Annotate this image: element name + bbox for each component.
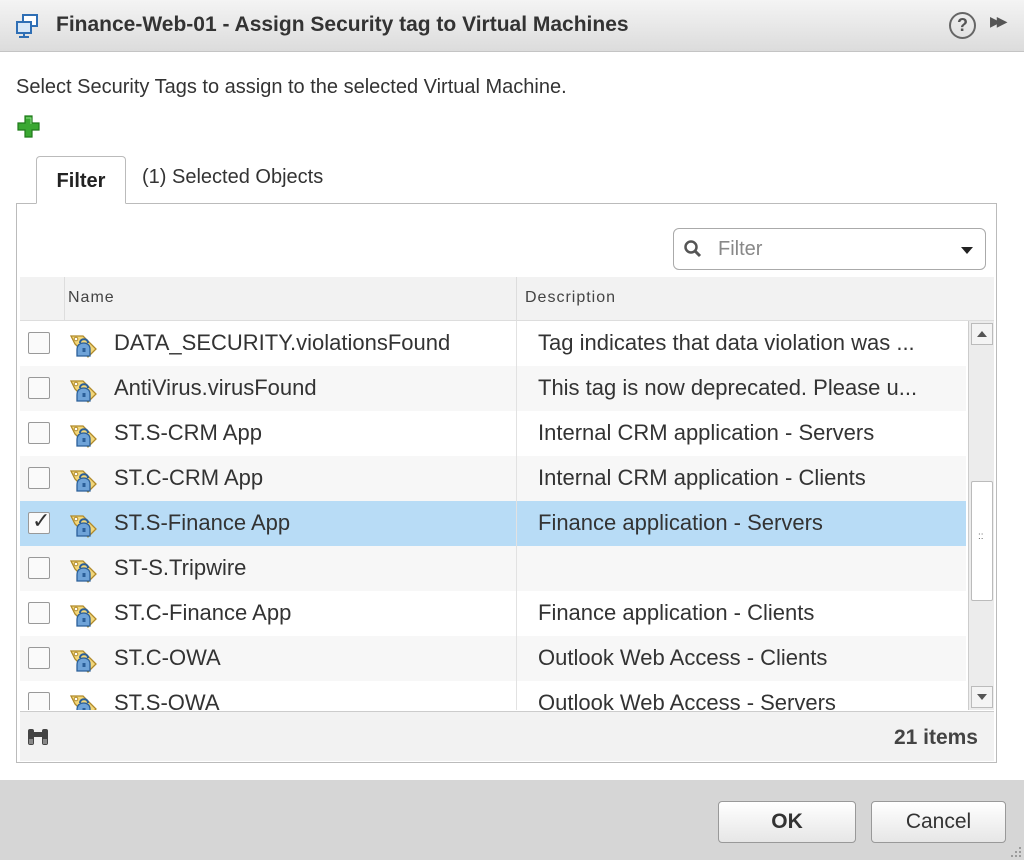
help-button[interactable]: ?: [949, 12, 976, 39]
row-checkbox[interactable]: [28, 602, 50, 624]
row-name: ST-S.Tripwire: [114, 555, 247, 580]
row-name: ST.C-CRM App: [114, 465, 264, 490]
dialog-title: Finance-Web-01 - Assign Security tag to …: [56, 13, 629, 36]
column-separator: [516, 681, 517, 710]
column-header-name[interactable]: Name: [68, 289, 115, 307]
column-separator: [516, 546, 517, 591]
scroll-down-button[interactable]: [971, 686, 993, 708]
row-name: ST.S-OWA: [114, 690, 220, 710]
tab-filter[interactable]: Filter: [36, 156, 126, 204]
row-checkbox[interactable]: [28, 332, 50, 354]
row-name: ST.C-OWA: [114, 645, 221, 670]
table-row[interactable]: ST.S-OWA Outlook Web Access - Servers: [20, 681, 966, 710]
filter-placeholder: Filter: [718, 238, 763, 260]
column-header-description[interactable]: Description: [525, 289, 616, 307]
row-description: Internal CRM application - Clients: [538, 465, 866, 490]
cancel-button[interactable]: Cancel: [871, 801, 1006, 843]
expand-icon[interactable]: ▶▶: [990, 13, 1007, 30]
security-tag-icon: [70, 380, 97, 403]
scroll-thumb[interactable]: ::: [971, 481, 993, 601]
row-description: Finance application - Servers: [538, 510, 823, 535]
dialog-footer: OK Cancel: [0, 780, 1024, 860]
column-separator: [516, 636, 517, 681]
grid-footer: 21 items: [20, 711, 994, 761]
row-description: This tag is now deprecated. Please u...: [538, 375, 918, 400]
arrow-up-icon: [977, 331, 987, 337]
column-separator: [516, 277, 517, 321]
column-separator: [516, 591, 517, 636]
chevron-down-icon[interactable]: [961, 247, 973, 254]
table-row[interactable]: ST.C-Finance App Finance application - C…: [20, 591, 966, 636]
vm-group-icon: [16, 14, 38, 38]
row-checkbox[interactable]: [28, 647, 50, 669]
checkmark-icon: ✓: [32, 508, 51, 533]
table-row-selected[interactable]: ✓ ST.S-Finance App Finance application -…: [20, 501, 966, 546]
row-checkbox[interactable]: [28, 377, 50, 399]
security-tag-icon: [70, 605, 97, 628]
resize-grip-icon[interactable]: [1008, 844, 1022, 858]
dialog-titlebar: Finance-Web-01 - Assign Security tag to …: [0, 0, 1024, 52]
table-row[interactable]: AntiVirus.virusFound This tag is now dep…: [20, 366, 966, 411]
row-checkbox[interactable]: [28, 467, 50, 489]
instruction-text: Select Security Tags to assign to the se…: [16, 76, 567, 98]
row-name: ST.S-Finance App: [114, 510, 291, 535]
row-description: Internal CRM application - Servers: [538, 420, 875, 445]
scroll-up-button[interactable]: [971, 323, 993, 345]
arrow-down-icon: [977, 694, 987, 700]
security-tag-icon: [70, 560, 97, 583]
binoculars-icon[interactable]: [26, 727, 50, 747]
table-row[interactable]: ST-S.Tripwire: [20, 546, 966, 591]
tag-list: DATA_SECURITY.violationsFound Tag indica…: [20, 321, 966, 710]
table-row[interactable]: ST.C-CRM App Internal CRM application - …: [20, 456, 966, 501]
grid-header: Name Description: [20, 277, 994, 321]
row-name: DATA_SECURITY.violationsFound: [114, 330, 451, 355]
column-separator: [516, 411, 517, 456]
green-plus-icon[interactable]: [16, 114, 41, 139]
security-tag-icon: [70, 425, 97, 448]
row-name: ST.C-Finance App: [114, 600, 292, 625]
table-row[interactable]: DATA_SECURITY.violationsFound Tag indica…: [20, 321, 966, 366]
ok-button[interactable]: OK: [718, 801, 856, 843]
column-separator: [64, 277, 65, 321]
vertical-scrollbar[interactable]: ::: [968, 321, 994, 710]
column-separator: [516, 321, 517, 366]
row-checkbox[interactable]: [28, 422, 50, 444]
column-separator: [516, 366, 517, 411]
security-tag-icon: [70, 695, 97, 710]
row-checkbox-checked[interactable]: ✓: [28, 508, 50, 534]
column-separator: [516, 501, 517, 546]
row-checkbox[interactable]: [28, 692, 50, 710]
tab-selected-objects[interactable]: (1) Selected Objects: [142, 166, 323, 189]
filter-input[interactable]: Filter: [673, 228, 986, 270]
column-separator: [516, 456, 517, 501]
table-row[interactable]: ST.S-CRM App Internal CRM application - …: [20, 411, 966, 456]
row-description: Tag indicates that data violation was ..…: [538, 330, 915, 355]
row-name: AntiVirus.virusFound: [114, 375, 317, 400]
security-tag-icon: [70, 650, 97, 673]
row-description: Outlook Web Access - Servers: [538, 690, 836, 710]
item-count: 21 items: [893, 726, 978, 749]
security-tag-icon: [70, 515, 97, 538]
row-description: Outlook Web Access - Clients: [538, 645, 828, 670]
grip-icon: ::: [978, 531, 984, 542]
row-checkbox[interactable]: [28, 557, 50, 579]
table-row[interactable]: ST.C-OWA Outlook Web Access - Clients: [20, 636, 966, 681]
security-tag-icon: [70, 335, 97, 358]
row-name: ST.S-CRM App: [114, 420, 262, 445]
search-icon: [684, 240, 702, 258]
row-description: Finance application - Clients: [538, 600, 815, 625]
security-tag-icon: [70, 470, 97, 493]
